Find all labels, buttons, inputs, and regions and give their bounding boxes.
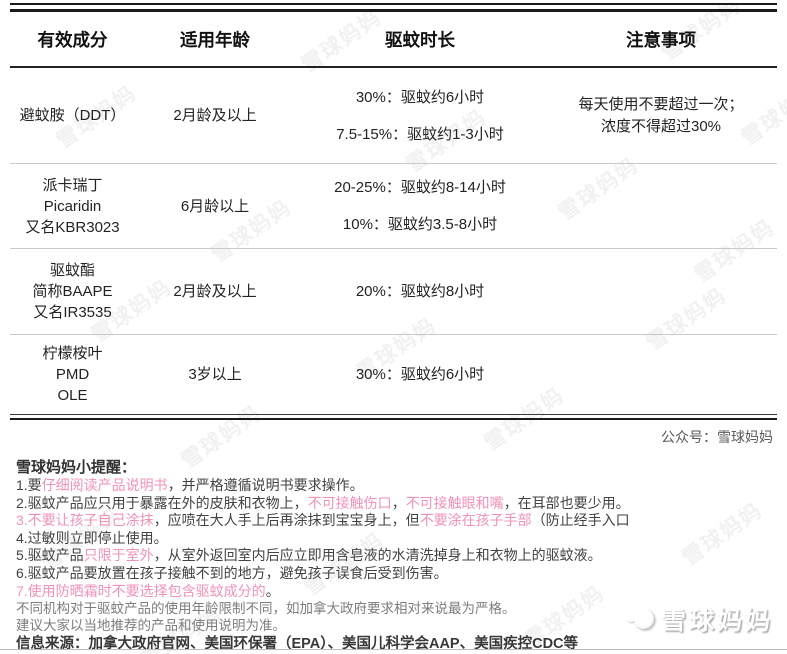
tip-line: 4.过敏则立即停止使用。	[16, 530, 775, 548]
repellent-table: 有效成分 适用年龄 驱蚊时长 注意事项 避蚊胺（DDT） 2月龄及以上 30%：驱蚊约6小…	[10, 3, 777, 420]
ingredient-line: 派卡瑞丁	[42, 176, 103, 194]
tip-text: ，应喷在大人手上后再涂抹到宝宝身上，但	[153, 512, 420, 529]
cell-notes: 每天使用不要超过一次； 浓度不得超过30%	[545, 68, 777, 163]
tip-text: 。	[265, 582, 280, 599]
table-header-row: 有效成分 适用年龄 驱蚊时长 注意事项	[10, 12, 777, 68]
tip-text: ，从室外返回室内后应立即用含皂液的水清洗掉身上和衣物上的驱蚊液。	[153, 547, 602, 564]
tip-text: （防止经手入口	[531, 512, 630, 529]
cell-age: 3岁以上	[135, 335, 295, 414]
footer-divider	[0, 649, 787, 650]
tip-text: 2.驱蚊产品应只用于暴露在外的皮肤和衣物上，	[16, 494, 308, 511]
tips-title: 雪球妈妈小提醒：	[16, 459, 137, 476]
age-line: 2月龄及以上	[173, 283, 257, 300]
table-body: 避蚊胺（DDT） 2月龄及以上 30%：驱蚊约6小时 7.5-15%：驱蚊约1-3小时…	[10, 68, 777, 414]
table-row: 派卡瑞丁 Picaridin 又名KBR3023 6月龄以上 20-25%：驱蚊约8-1…	[10, 164, 777, 249]
tips-list: 1.要仔细阅读产品说明书，并严格遵循说明书要求操作。 2.驱蚊产品应只用于暴露在外…	[16, 477, 775, 600]
header-cell: 驱蚊时长	[385, 29, 455, 50]
table-row: 避蚊胺（DDT） 2月龄及以上 30%：驱蚊约6小时 7.5-15%：驱蚊约1-3小时…	[10, 68, 777, 164]
header-cell: 有效成分	[37, 29, 108, 50]
tip-line: 1.要仔细阅读产品说明书，并严格遵循说明书要求操作。	[16, 477, 775, 495]
header-cell: 适用年龄	[180, 29, 250, 50]
cell-age: 6月龄以上	[135, 164, 295, 248]
tip-highlight: 不可接触伤口	[307, 494, 392, 511]
duration-line: 20-25%：驱蚊约8-14小时	[334, 179, 506, 196]
duration-line: 30%：驱蚊约6小时	[355, 366, 485, 383]
table-row: 柠檬桉叶 PMD OLE 3岁以上 30%：驱蚊约6小时	[10, 335, 777, 414]
duration-line: 10%：驱蚊约3.5-8小时	[342, 216, 498, 233]
tip-highlight: 仔细阅读产品说明书	[41, 477, 168, 493]
xueqiumama-logo: 雪球妈妈	[625, 601, 773, 637]
age-line: 2月龄及以上	[173, 107, 257, 124]
logo-text: 雪球妈妈	[660, 607, 773, 635]
ingredient-line: Picaridin	[43, 197, 102, 215]
tip-text: ，在耳部也要少用。	[503, 494, 630, 511]
duration-line: 20%：驱蚊约8小时	[355, 283, 485, 300]
ingredient-line: 驱蚊酯	[49, 262, 95, 279]
tip-highlight: 3.不要让孩子自己涂抹	[16, 512, 154, 529]
source-line: 信息来源：加拿大政府官网、美国环保署（EPA）、美国儿科学会AAP、美国疾控CD…	[16, 636, 579, 653]
table-top-double-rule	[10, 3, 777, 12]
cell-ingredient: 驱蚊酯简称BAAPE 又名IR3535	[10, 249, 135, 334]
cell-duration: 20%：驱蚊约8小时	[295, 249, 545, 334]
cell-age: 2月龄及以上	[135, 249, 295, 334]
header-cell: 注意事项	[626, 29, 696, 50]
tip-text: 4.过敏则立即停止使用。	[16, 529, 168, 546]
ingredient-line: PMD	[55, 366, 90, 383]
notes-line: 浓度不得超过30%	[600, 117, 722, 135]
cell-ingredient: 避蚊胺（DDT）	[10, 68, 135, 163]
table-row: 驱蚊酯简称BAAPE 又名IR3535 2月龄及以上 20%：驱蚊约8小时	[10, 249, 777, 335]
ingredient-line: OLE	[57, 387, 88, 404]
tip-text: 6.驱蚊产品要放置在孩子接触不到的地方，避免孩子误食后受到伤害。	[16, 564, 448, 581]
cell-notes	[545, 249, 777, 334]
tip-text: ，并严格遵循说明书要求操作。	[167, 477, 364, 493]
account-label: 公众号：雪球妈妈	[661, 429, 773, 445]
tip-highlight: 只限于室外	[83, 547, 154, 564]
ingredient-line: 简称BAAPE	[32, 283, 113, 300]
tip-text: ，	[391, 494, 406, 511]
cell-duration: 30%：驱蚊约6小时 7.5-15%：驱蚊约1-3小时	[295, 68, 545, 163]
tip-text: 5.驱蚊产品	[16, 547, 84, 564]
notes-line: 每天使用不要超过一次；	[578, 95, 744, 113]
cell-ingredient: 派卡瑞丁 Picaridin 又名KBR3023	[10, 164, 135, 248]
cell-ingredient: 柠檬桉叶 PMD OLE	[10, 335, 135, 414]
cell-duration: 20-25%：驱蚊约8-14小时 10%：驱蚊约3.5-8小时	[295, 164, 545, 248]
tip-line: 6.驱蚊产品要放置在孩子接触不到的地方，避免孩子误食后受到伤害。	[16, 565, 775, 583]
tip-highlight: 7.使用防晒霜时不要选择包含驱蚊成分的	[16, 582, 266, 599]
tip-line: 7.使用防晒霜时不要选择包含驱蚊成分的。	[16, 583, 775, 601]
tip-line: 5.驱蚊产品只限于室外，从室外返回室内后应立即用含皂液的水清洗掉身上和衣物上的驱…	[16, 547, 775, 565]
duration-line: 30%：驱蚊约6小时	[355, 88, 485, 106]
cell-age: 2月龄及以上	[135, 68, 295, 163]
tip-line: 2.驱蚊产品应只用于暴露在外的皮肤和衣物上，不可接触伤口，不可接触眼和嘴，在耳部…	[16, 495, 775, 513]
age-line: 3岁以上	[188, 366, 242, 383]
tip-highlight: 不可接触眼和嘴	[405, 494, 504, 511]
cell-notes	[545, 335, 777, 414]
tip-line: 3.不要让孩子自己涂抹，应喷在大人手上后再涂抹到宝宝身上，但不要涂在孩子手部（防…	[16, 512, 775, 530]
ingredient-line: 又名IR3535	[33, 304, 112, 321]
tip-text: 1.要	[16, 477, 42, 493]
ingredient-line: 又名KBR3023	[25, 218, 120, 236]
snowball-icon	[625, 607, 654, 631]
table-bottom-double-rule	[10, 414, 777, 420]
ingredient-line: 避蚊胺（DDT）	[19, 107, 126, 124]
ingredient-line: 柠檬桉叶	[42, 345, 103, 362]
cell-duration: 30%：驱蚊约6小时	[295, 335, 545, 414]
tip-highlight: 不要涂在孩子手部	[419, 512, 532, 529]
cell-notes	[545, 164, 777, 248]
age-line: 6月龄以上	[180, 197, 250, 215]
duration-line: 7.5-15%：驱蚊约1-3小时	[336, 125, 504, 143]
